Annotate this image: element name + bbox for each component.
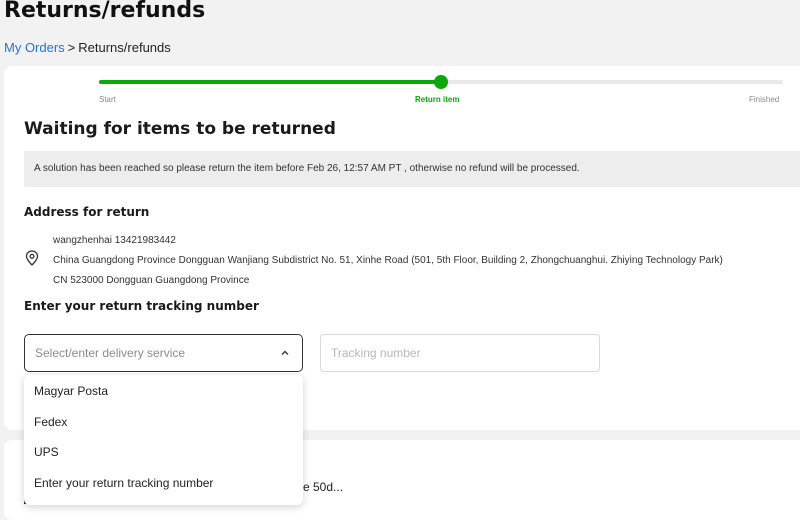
dropdown-option-magyar-posta[interactable]: Magyar Posta — [24, 376, 303, 406]
tracking-heading: Enter your return tracking number — [24, 299, 259, 313]
dropdown-option-fedex[interactable]: Fedex — [24, 407, 303, 437]
breadcrumb: My Orders > Returns/refunds — [4, 40, 171, 55]
dropdown-option-ups[interactable]: UPS — [24, 437, 303, 467]
page-title: Returns/refunds — [4, 0, 206, 23]
return-deadline-notice: A solution has been reached so please re… — [24, 151, 800, 187]
address-city: CN 523000 Dongguan Guangdong Province — [53, 275, 250, 286]
step-label-return-item: Return item — [415, 95, 460, 104]
status-heading: Waiting for items to be returned — [24, 119, 336, 139]
delivery-service-dropdown: Magyar Posta Fedex UPS Enter your return… — [24, 375, 303, 505]
order-item-title-partial: e 50d... — [303, 480, 344, 494]
tracking-number-input[interactable] — [320, 334, 600, 372]
delivery-service-placeholder: Select/enter delivery service — [35, 346, 186, 360]
address-heading: Address for return — [24, 205, 150, 219]
address-name-phone: wangzhenhai 13421983442 — [53, 235, 176, 246]
breadcrumb-separator: > — [67, 40, 76, 55]
step-label-start: Start — [99, 95, 116, 104]
dropdown-option-enter-tracking[interactable]: Enter your return tracking number — [24, 468, 303, 498]
delivery-service-select[interactable]: Select/enter delivery service — [24, 334, 303, 372]
chevron-up-icon — [281, 350, 289, 355]
step-label-finished: Finished — [749, 95, 780, 104]
breadcrumb-current: Returns/refunds — [78, 40, 171, 55]
progress-bar — [99, 75, 783, 89]
location-pin-icon — [25, 250, 39, 266]
breadcrumb-my-orders-link[interactable]: My Orders — [4, 40, 65, 55]
progress-current-step-dot — [434, 75, 448, 89]
progress-bar-fill — [99, 80, 441, 84]
address-street: China Guangdong Province Dongguan Wanjia… — [53, 255, 723, 266]
